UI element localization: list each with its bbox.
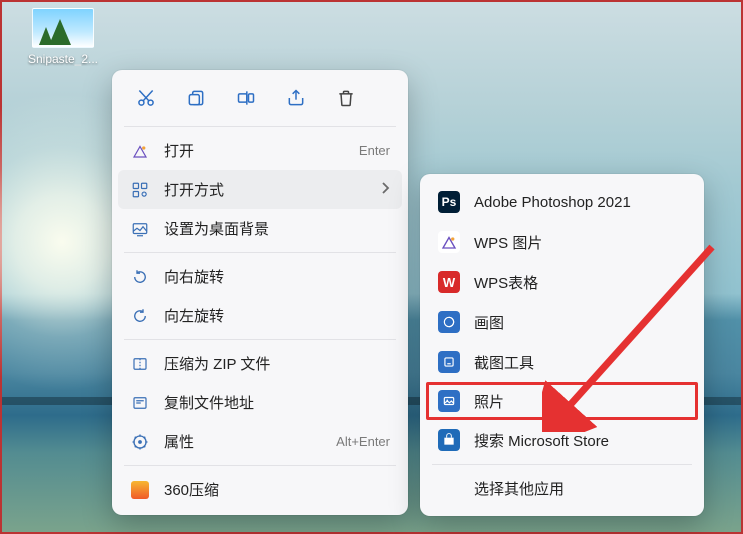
open-with-label: WPS表格 [474, 272, 686, 293]
menu-item-rotate-right[interactable]: 向右旋转 [118, 257, 402, 296]
separator [432, 464, 692, 465]
rename-icon[interactable] [232, 84, 260, 112]
menu-item-open[interactable]: 打开 Enter [118, 131, 402, 170]
context-menu: 打开 Enter 打开方式 [112, 70, 408, 515]
separator [124, 465, 396, 466]
wps-sheet-icon: W [438, 271, 460, 293]
image-thumbnail-icon [32, 8, 94, 48]
rotate-left-icon [130, 306, 150, 326]
menu-item-open-with[interactable]: 打开方式 [118, 170, 402, 209]
properties-icon [130, 432, 150, 452]
ms-store-icon [438, 429, 460, 451]
open-icon [130, 141, 150, 161]
separator [124, 339, 396, 340]
open-with-label: 截图工具 [474, 352, 686, 373]
menu-item-label: 打开方式 [164, 179, 366, 200]
copy-path-icon [130, 393, 150, 413]
open-with-label: 照片 [474, 391, 686, 412]
open-with-snipping-tool[interactable]: 截图工具 [426, 342, 698, 382]
menu-item-copy-path[interactable]: 复制文件地址 [118, 383, 402, 422]
open-with-photos[interactable]: 照片 [426, 382, 698, 420]
copy-icon[interactable] [182, 84, 210, 112]
rotate-right-icon [130, 267, 150, 287]
zip-360-icon [130, 480, 150, 500]
menu-item-label: 打开 [164, 140, 345, 161]
separator [124, 126, 396, 127]
photos-icon [438, 390, 460, 412]
menu-item-set-wallpaper[interactable]: 设置为桌面背景 [118, 209, 402, 248]
desktop-wallpaper: Snipaste_2... [0, 0, 743, 534]
open-with-label: 画图 [474, 312, 686, 333]
open-with-flyout: Ps Adobe Photoshop 2021 WPS 图片 W WPS表格 画 [420, 174, 704, 516]
menu-item-rotate-left[interactable]: 向左旋转 [118, 296, 402, 335]
menu-item-label: 压缩为 ZIP 文件 [164, 353, 390, 374]
wps-image-icon [438, 231, 460, 253]
menu-item-label: 复制文件地址 [164, 392, 390, 413]
open-with-choose-other[interactable]: 选择其他应用 [426, 469, 698, 508]
context-toolbar [118, 78, 402, 122]
menu-item-compress-zip[interactable]: 压缩为 ZIP 文件 [118, 344, 402, 383]
separator [124, 252, 396, 253]
desktop-file-label: Snipaste_2... [24, 52, 102, 66]
open-with-search-store[interactable]: 搜索 Microsoft Store [426, 420, 698, 460]
photoshop-icon: Ps [438, 191, 460, 213]
delete-icon[interactable] [332, 84, 360, 112]
open-with-paint[interactable]: 画图 [426, 302, 698, 342]
open-with-wps-image[interactable]: WPS 图片 [426, 222, 698, 262]
snip-icon [438, 351, 460, 373]
wallpaper-icon [130, 219, 150, 239]
menu-item-label: 向右旋转 [164, 266, 390, 287]
open-with-icon [130, 180, 150, 200]
menu-item-shortcut: Alt+Enter [336, 434, 390, 449]
share-icon[interactable] [282, 84, 310, 112]
menu-item-label: 360压缩 [164, 479, 390, 500]
open-with-label: WPS 图片 [474, 232, 686, 253]
open-with-wps-sheet[interactable]: W WPS表格 [426, 262, 698, 302]
menu-item-360zip[interactable]: 360压缩 [118, 470, 402, 509]
paint-icon [438, 311, 460, 333]
open-with-label: 搜索 Microsoft Store [474, 430, 686, 451]
menu-item-label: 设置为桌面背景 [164, 218, 390, 239]
menu-item-shortcut: Enter [359, 143, 390, 158]
zip-icon [130, 354, 150, 374]
open-with-label: Adobe Photoshop 2021 [474, 194, 686, 211]
menu-item-properties[interactable]: 属性 Alt+Enter [118, 422, 402, 461]
open-with-label: 选择其他应用 [474, 481, 564, 498]
cut-icon[interactable] [132, 84, 160, 112]
menu-item-label: 向左旋转 [164, 305, 390, 326]
open-with-photoshop[interactable]: Ps Adobe Photoshop 2021 [426, 182, 698, 222]
chevron-right-icon [380, 181, 390, 199]
menu-item-label: 属性 [164, 431, 322, 452]
desktop-file-icon[interactable]: Snipaste_2... [24, 8, 102, 66]
